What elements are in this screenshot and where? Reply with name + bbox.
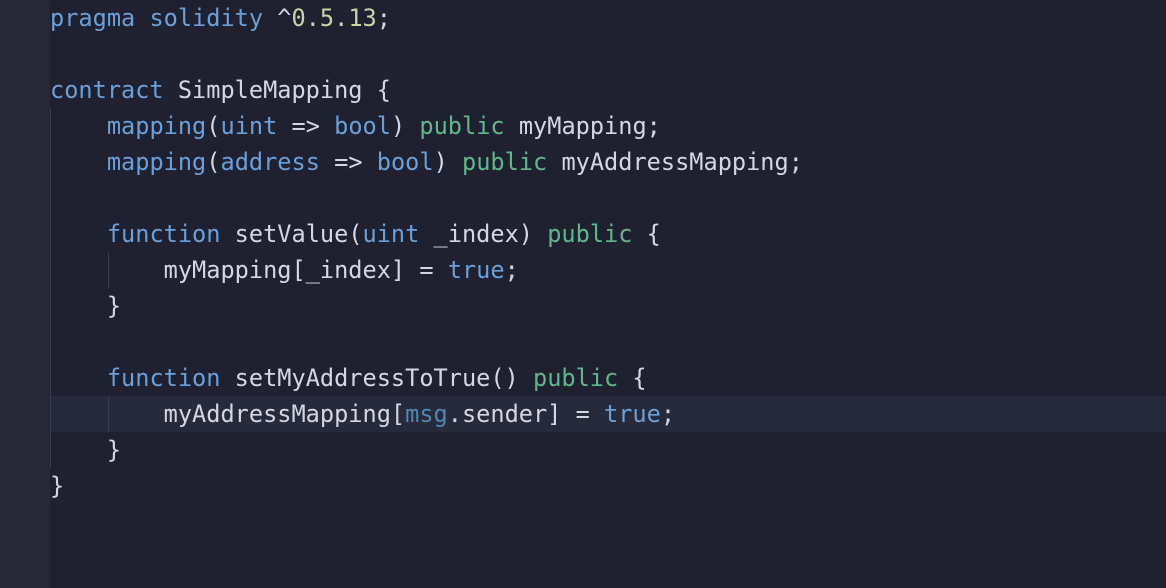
code-line-12[interactable]: myAddressMapping[msg.sender] = true; [50, 396, 1166, 432]
indent-guide-setmyaddress [108, 396, 109, 432]
code-token: solidity [149, 4, 264, 32]
code-token: ) [433, 148, 462, 176]
code-line-11[interactable]: function setMyAddressToTrue() public { [50, 360, 1166, 396]
line-gutter [0, 0, 50, 588]
code-token: ( [206, 148, 221, 176]
code-line-8[interactable]: myMapping[_index] = true; [50, 252, 1166, 288]
code-token: true [447, 256, 505, 284]
code-token: uint [220, 112, 278, 140]
code-token: public [419, 112, 505, 140]
code-token: bool [376, 148, 434, 176]
code-token: { [618, 364, 647, 392]
code-token: ; [660, 400, 676, 428]
code-line-1[interactable]: pragma solidity ^0.5.13; [50, 0, 1166, 36]
code-token: address [220, 148, 320, 176]
code-token: public [462, 148, 548, 176]
code-token: mapping [106, 148, 207, 176]
code-line-5[interactable]: mapping(address => bool) public myAddres… [50, 144, 1166, 180]
code-area[interactable]: } } myAddressMapping[msg.sender] = true;… [50, 0, 1166, 588]
code-line-14[interactable]: } [50, 468, 1166, 504]
code-token: 0.5.13 [291, 4, 377, 32]
code-token: setValue( [220, 220, 363, 248]
code-token: mapping [106, 112, 207, 140]
code-token: } [50, 436, 122, 464]
code-token: uint [362, 220, 420, 248]
code-line-2[interactable] [50, 36, 1166, 72]
code-token: => [277, 112, 335, 140]
code-editor[interactable]: } } myAddressMapping[msg.sender] = true;… [0, 0, 1166, 588]
code-token: .sender] = [447, 400, 605, 428]
code-token: setMyAddressToTrue() [220, 364, 533, 392]
code-token: ( [206, 112, 221, 140]
code-line-4[interactable]: mapping(uint => bool) public myMapping; [50, 108, 1166, 144]
code-line-3[interactable]: contract SimpleMapping { [50, 72, 1166, 108]
code-token: pragma [50, 4, 136, 32]
code-token: msg [405, 400, 448, 428]
code-line-6[interactable] [50, 180, 1166, 216]
code-token: myMapping[_index] = [50, 256, 448, 284]
indent-guide-setvalue [108, 252, 109, 288]
code-token: public [532, 364, 619, 392]
code-token: => [319, 148, 377, 176]
code-token: } [50, 472, 65, 500]
code-token: ; [376, 4, 391, 32]
code-token: bool [334, 112, 391, 140]
code-token: function [106, 364, 221, 392]
code-token: ) [390, 112, 420, 140]
code-token: function [106, 220, 221, 248]
code-token: { [632, 220, 661, 248]
indent-guide-contract [50, 108, 51, 468]
code-token: _index) [419, 220, 548, 248]
code-token: } [50, 292, 122, 320]
code-line-7[interactable]: function setValue(uint _index) public { [50, 216, 1166, 252]
code-token: true [604, 400, 661, 428]
code-token: myMapping; [504, 112, 661, 140]
code-token: myAddressMapping; [547, 148, 803, 176]
code-token: myAddressMapping[ [50, 400, 406, 428]
code-token: contract [50, 76, 164, 104]
code-line-9[interactable]: } [50, 288, 1166, 324]
code-line-13[interactable]: } [50, 432, 1166, 468]
code-token: ; [504, 256, 519, 284]
code-token: ^ [263, 4, 292, 32]
code-token: SimpleMapping { [163, 76, 391, 104]
code-line-10[interactable] [50, 324, 1166, 360]
code-token: public [547, 220, 633, 248]
